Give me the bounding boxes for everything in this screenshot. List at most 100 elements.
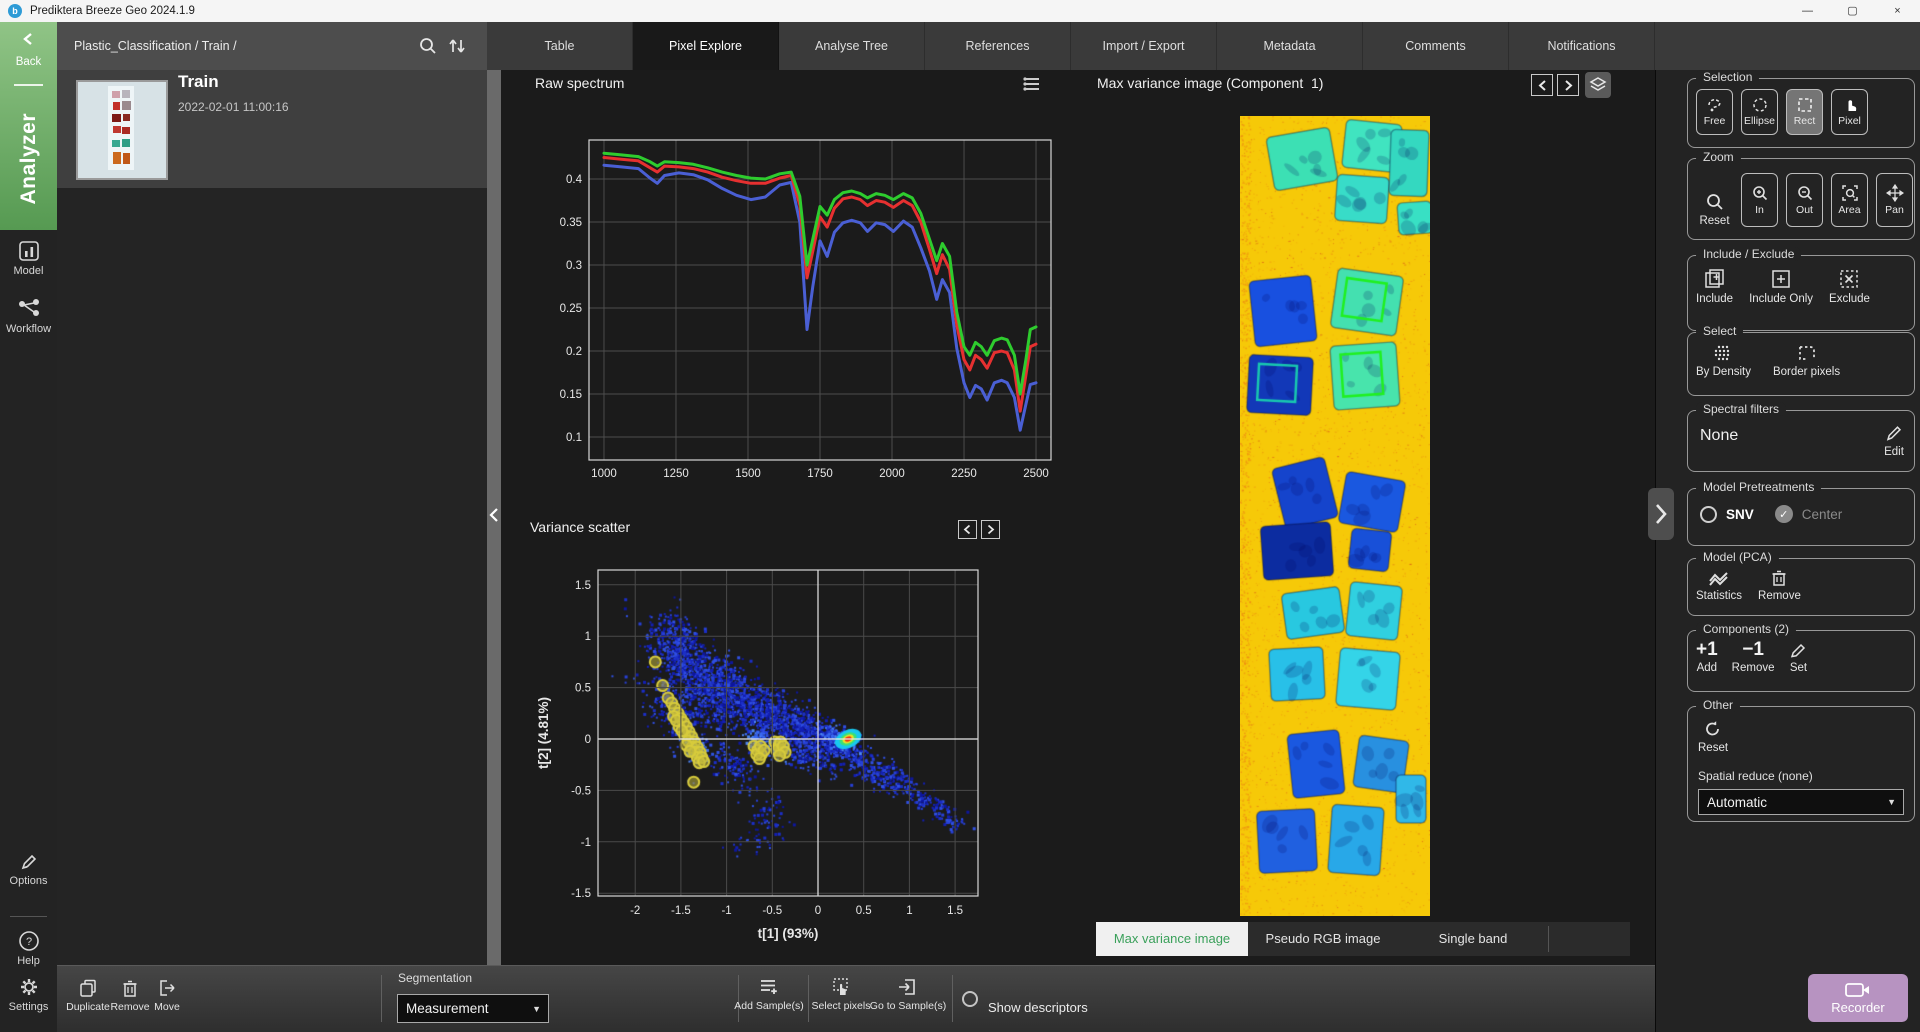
zoom-area-icon: [1841, 184, 1859, 202]
center-checkbox-checked[interactable]: ✓: [1775, 505, 1793, 523]
exclude-button[interactable]: Exclude: [1829, 268, 1870, 305]
recorder-button[interactable]: Recorder: [1808, 974, 1908, 1022]
pixel-select-button[interactable]: Pixel: [1831, 89, 1868, 135]
dashed-border-icon: [1796, 343, 1818, 363]
image-prev-icon[interactable]: [1531, 74, 1553, 96]
tab-comments[interactable]: Comments: [1363, 22, 1509, 70]
sidebar-item-help[interactable]: ? Help: [0, 930, 57, 967]
dashed-ellipse-icon: [1751, 97, 1769, 113]
duplicate-button[interactable]: Duplicate: [64, 978, 112, 1013]
tab-analyse-tree[interactable]: Analyse Tree: [779, 22, 925, 70]
free-select-button[interactable]: Free: [1696, 89, 1733, 135]
selection-group: Selection Free Ellipse Rect Pixel: [1687, 78, 1915, 148]
rect-select-button[interactable]: Rect: [1786, 89, 1823, 135]
tab-pixel-explore[interactable]: Pixel Explore: [633, 22, 779, 70]
set-components-button[interactable]: Set: [1789, 641, 1809, 674]
dashed-rect-icon: [1796, 97, 1814, 113]
sort-icon[interactable]: [446, 36, 470, 58]
tab-single-band[interactable]: Single band: [1398, 922, 1548, 956]
back-chevron-icon[interactable]: [0, 32, 57, 46]
add-component-button[interactable]: +1 Add: [1696, 641, 1718, 674]
tab-notifications[interactable]: Notifications: [1509, 22, 1655, 70]
ellipse-select-button[interactable]: Ellipse: [1741, 89, 1778, 135]
panel-collapse-chevron-icon[interactable]: [1648, 488, 1674, 540]
include-icon: [1704, 268, 1726, 290]
minimize-button[interactable]: —: [1785, 0, 1830, 22]
sidebar-item-workflow[interactable]: Workflow: [0, 298, 57, 335]
other-group: Other Reset Spatial reduce (none) Automa…: [1687, 706, 1915, 822]
snv-checkbox[interactable]: [1700, 506, 1717, 523]
remove-component-button[interactable]: −1 Remove: [1732, 641, 1775, 674]
tab-references[interactable]: References: [925, 22, 1071, 70]
lasso-icon: [1706, 97, 1724, 113]
zoom-area-button[interactable]: Area: [1831, 173, 1868, 227]
search-icon[interactable]: [418, 36, 440, 58]
tab-max-variance-image[interactable]: Max variance image: [1096, 922, 1248, 956]
include-only-icon: [1770, 268, 1792, 290]
show-descriptors-radio[interactable]: [962, 991, 978, 1007]
move-button[interactable]: Move: [148, 978, 186, 1013]
include-button[interactable]: Include: [1696, 268, 1733, 305]
tab-metadata[interactable]: Metadata: [1217, 22, 1363, 70]
sidebar-item-analyzer[interactable]: Analyzer: [0, 96, 57, 222]
edit-filters-button[interactable]: Edit: [1884, 423, 1904, 458]
remove-sample-button[interactable]: Remove: [108, 978, 152, 1013]
rail-divider: [14, 84, 43, 86]
select-pixels-button[interactable]: Select pixels: [813, 977, 869, 1012]
add-samples-button[interactable]: Add Sample(s): [737, 977, 801, 1012]
model-pca-group-label: Model (PCA): [1696, 550, 1779, 564]
pencil-icon: [1789, 641, 1809, 659]
back-button[interactable]: Back: [0, 56, 57, 68]
close-button[interactable]: ×: [1875, 0, 1920, 22]
dot-grid-icon: [1712, 343, 1734, 363]
layers-icon[interactable]: [1585, 72, 1611, 98]
segmentation-dropdown[interactable]: Measurement ▼: [397, 994, 549, 1023]
toolbar-separator: [808, 975, 809, 1022]
model-pca-group: Model (PCA) Statistics Remove: [1687, 558, 1915, 616]
reset-circular-arrow-icon: [1703, 719, 1723, 739]
sidebar-item-model[interactable]: Model: [0, 240, 57, 277]
zoom-reset-button[interactable]: Reset: [1696, 192, 1733, 227]
sidebar-item-settings[interactable]: Settings: [0, 976, 57, 1013]
select-pixels-hand-icon: [830, 977, 852, 997]
title-bar: b Prediktera Breeze Geo 2024.1.9 — ▢ ×: [0, 0, 1920, 23]
window-title: Prediktera Breeze Geo 2024.1.9: [30, 0, 195, 22]
sidebar-item-options[interactable]: Options: [0, 852, 57, 887]
collapse-left-chevron-icon[interactable]: [486, 505, 502, 525]
image-next-icon[interactable]: [1557, 74, 1579, 96]
scatter-plot-points[interactable]: [599, 571, 978, 896]
include-only-button[interactable]: Include Only: [1749, 268, 1813, 305]
spatial-reduce-dropdown[interactable]: Automatic ▼: [1698, 789, 1904, 815]
goto-samples-button[interactable]: Go to Sample(s): [872, 977, 944, 1012]
zoom-out-button[interactable]: Out: [1786, 173, 1823, 227]
select-group: Select By Density Border pixels: [1687, 332, 1915, 396]
hyperspectral-image[interactable]: [1240, 116, 1430, 916]
selection-group-label: Selection: [1696, 70, 1759, 84]
zoom-group-label: Zoom: [1696, 150, 1741, 164]
spectral-filters-group: Spectral filters None Edit: [1687, 410, 1915, 472]
spectrum-list-icon[interactable]: [1022, 74, 1042, 94]
scatter-next-icon[interactable]: [981, 520, 1000, 539]
pencil-icon: [0, 852, 57, 872]
tab-import-export[interactable]: Import / Export: [1071, 22, 1217, 70]
center-label: Center: [1802, 507, 1843, 522]
by-density-button[interactable]: By Density: [1696, 343, 1751, 378]
spectral-filter-value: None: [1700, 427, 1738, 445]
pan-button[interactable]: Pan: [1876, 173, 1913, 227]
select-group-label: Select: [1696, 324, 1743, 338]
zoom-in-button[interactable]: In: [1741, 173, 1778, 227]
breadcrumb[interactable]: Plastic_Classification / Train /: [74, 22, 237, 70]
image-view-tabs: Max variance image Pseudo RGB image Sing…: [1096, 922, 1630, 956]
maximize-button[interactable]: ▢: [1830, 0, 1875, 22]
include-exclude-group: Include / Exclude Include Include Only E…: [1687, 255, 1915, 331]
tab-table[interactable]: Table: [487, 22, 633, 70]
statistics-button[interactable]: Statistics: [1696, 569, 1742, 602]
scatter-prev-icon[interactable]: [958, 520, 977, 539]
sample-timestamp: 2022-02-01 11:00:16: [178, 100, 289, 114]
remove-model-button[interactable]: Remove: [1758, 569, 1801, 602]
sample-thumbnail[interactable]: [76, 80, 168, 180]
reset-button[interactable]: Reset: [1698, 719, 1728, 754]
border-pixels-button[interactable]: Border pixels: [1773, 343, 1840, 378]
tab-pseudo-rgb-image[interactable]: Pseudo RGB image: [1248, 922, 1398, 956]
magnifier-icon: [1705, 192, 1725, 212]
